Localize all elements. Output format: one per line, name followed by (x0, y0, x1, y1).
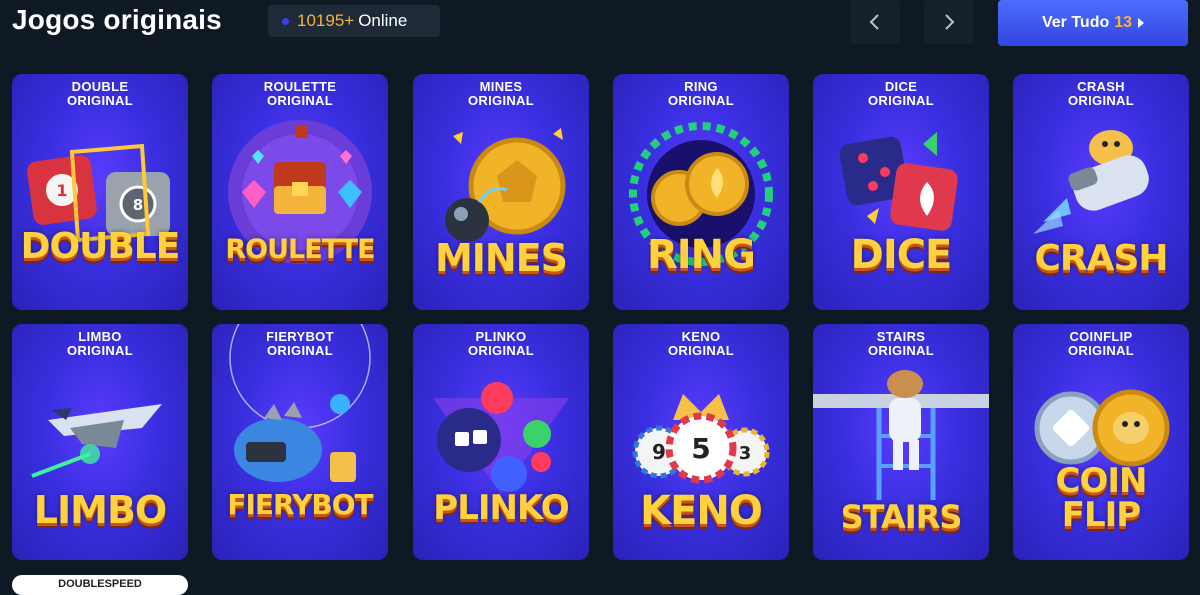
game-subtitle: CRASH ORIGINAL (1068, 79, 1134, 108)
game-card-roulette[interactable]: ROULETTE ORIGINAL ROULETTE (212, 74, 388, 310)
game-card-crash[interactable]: CRASH ORIGINAL CRASH (1013, 74, 1189, 310)
game-subtitle: DOUBLE ORIGINAL (67, 79, 133, 108)
game-title: FIERYBOT (227, 488, 373, 521)
game-title: MINES (434, 236, 568, 280)
game-title: COIN FLIP (1055, 461, 1148, 535)
game-card-partial[interactable]: DOUBLESPEED (12, 575, 188, 595)
game-card-keno[interactable]: 9 3 5 KENO ORIGINAL KENO (613, 324, 789, 560)
svg-text:3: 3 (739, 443, 752, 464)
game-title: DICE (850, 232, 953, 278)
game-title: ROULETTE (225, 234, 375, 265)
svg-text:8: 8 (133, 196, 143, 214)
game-card-limbo[interactable]: LIMBO ORIGINAL LIMBO (12, 324, 188, 560)
online-badge: 10195+ Online (268, 5, 440, 37)
chevron-right-icon (945, 14, 955, 30)
double-artwork-icon: 1 8 (27, 143, 170, 243)
scroll-left-button[interactable] (850, 0, 900, 44)
game-card-coinflip[interactable]: COINFLIP ORIGINAL COIN FLIP (1013, 324, 1189, 560)
game-subtitle: DICE ORIGINAL (868, 79, 934, 108)
section-header: Jogos originais 10195+ Online Ver Tudo 1… (0, 0, 1200, 50)
game-subtitle: PLINKO ORIGINAL (468, 329, 534, 358)
game-title: CRASH (1034, 238, 1168, 279)
game-subtitle: COINFLIP ORIGINAL (1068, 329, 1134, 358)
game-title: RING (647, 232, 756, 278)
game-title: DOUBLE (20, 226, 181, 267)
roulette-artwork-icon (228, 120, 372, 264)
online-dot-icon (282, 17, 289, 25)
game-title: PLINKO (433, 488, 569, 528)
game-subtitle: DOUBLESPEED (58, 578, 142, 590)
game-title: KENO (640, 488, 763, 534)
ver-tudo-count: 13 (1114, 14, 1133, 31)
game-subtitle: LIMBO ORIGINAL (67, 329, 133, 358)
fierybot-artwork-icon (229, 324, 371, 482)
svg-text:9: 9 (652, 440, 666, 464)
game-card-double[interactable]: 1 8 DOUBLE ORIGINAL DOUBLE (12, 74, 188, 310)
game-card-stairs[interactable]: STAIRS ORIGINAL STAIRS (813, 324, 989, 560)
game-card-ring[interactable]: RING ORIGINAL RING (613, 74, 789, 310)
game-card-mines[interactable]: MINES ORIGINAL MINES (413, 74, 589, 310)
svg-text:1: 1 (56, 181, 67, 200)
game-subtitle: MINES ORIGINAL (468, 79, 534, 108)
game-card-plinko[interactable]: PLINKO ORIGINAL PLINKO (413, 324, 589, 560)
play-arrow-icon (1138, 18, 1145, 28)
game-subtitle: STAIRS ORIGINAL (868, 329, 934, 358)
online-label: Online (358, 11, 408, 30)
game-card-fierybot[interactable]: FIERYBOT ORIGINAL FIERYBOT (212, 324, 388, 560)
game-title: STAIRS (840, 498, 963, 536)
game-title: LIMBO (33, 488, 167, 532)
section-title: Jogos originais (12, 4, 222, 35)
ver-tudo-button[interactable]: Ver Tudo 13 (998, 0, 1188, 46)
chevron-left-icon (869, 14, 879, 30)
game-subtitle: ROULETTE ORIGINAL (263, 79, 337, 108)
game-subtitle: FIERYBOT ORIGINAL (266, 329, 334, 358)
game-subtitle: KENO ORIGINAL (668, 329, 734, 358)
scroll-right-button[interactable] (924, 0, 974, 44)
online-count: 10195+ (297, 11, 355, 30)
svg-text:5: 5 (691, 432, 710, 465)
game-subtitle: RING ORIGINAL (668, 79, 734, 108)
ver-tudo-label: Ver Tudo (1041, 14, 1110, 31)
game-card-dice[interactable]: DICE ORIGINAL DICE (813, 74, 989, 310)
